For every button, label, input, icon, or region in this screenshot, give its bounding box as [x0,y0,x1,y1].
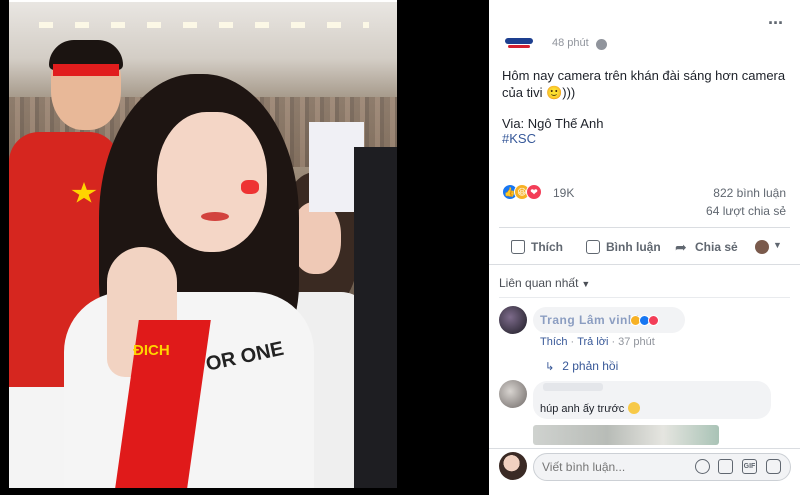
separator: · [611,336,616,348]
scarf-print: ĐICH [133,342,170,359]
boy-headband [53,64,119,76]
reaction-icons[interactable]: 👍 😆 ❤ [502,183,542,201]
photo-backdrop-left [0,0,9,495]
comment-reply-link[interactable]: Trả lời [577,336,608,348]
separator: · [570,336,575,348]
post-text: Hôm nay camera trên khán đài sáng hơn ca… [502,67,792,101]
gif-icon[interactable]: GIF [742,459,757,474]
reply-arrow-icon: ↳ [545,360,555,373]
divider [499,227,790,228]
emoji-icon[interactable] [695,459,710,474]
share-count[interactable]: 64 lượt chia sẻ [706,204,786,218]
page-logo-band [505,38,533,44]
commenter-name[interactable]: Trang Lâm vinhh [540,313,644,327]
share-button[interactable]: Chia sẻ [675,238,738,256]
comment-sort-dropdown[interactable]: Liên quan nhất ▼ [499,276,590,290]
girl-lips [201,212,229,221]
chevron-down-icon[interactable]: ▼ [773,240,782,250]
like-label: Thích [531,240,563,254]
post-credit: Via: Ngô Thế Anh [502,116,604,131]
comment-count[interactable]: 822 bình luận [713,186,786,200]
divider [499,297,790,298]
background-man-right [354,147,397,488]
comment-meta: Thích · Trả lời · 37 phút [540,336,655,348]
comment-time[interactable]: 37 phút [618,336,655,348]
commenter-avatar[interactable] [499,380,527,408]
comment-label: Bình luận [606,240,661,254]
sticker-icon[interactable] [766,459,781,474]
cheek-flag [241,180,259,194]
post-text-line: của tivi 🙂))) [502,85,576,100]
love-reaction-icon [648,315,659,326]
page-avatar[interactable] [499,11,539,51]
divider [489,448,800,449]
share-icon [675,240,689,254]
like-button[interactable]: Thích [511,238,563,256]
view-replies-link[interactable]: ↳ 2 phản hồi [545,359,618,373]
post-photo[interactable]: OR ONE ĐICH [9,2,397,488]
comment-like-link[interactable]: Thích [540,336,568,348]
my-avatar [499,452,527,480]
thumbs-up-icon [511,240,525,254]
caret-down-icon: ▼ [581,279,591,289]
comment-button[interactable]: Bình luận [586,238,661,256]
love-reaction-icon: ❤ [526,184,542,200]
stadium-lights [39,22,369,28]
globe-icon [596,39,607,50]
commenter-avatar[interactable] [499,306,527,334]
comment-reaction-icons[interactable] [630,315,659,326]
share-label: Chia sẻ [695,240,738,254]
viewer-avatar[interactable] [755,240,769,254]
camera-icon[interactable] [718,459,733,474]
comment-text-content: húp anh ấy trước [540,403,625,415]
hashtag-link[interactable]: #KSC [502,131,536,146]
facebook-photo-viewer: OR ONE ĐICH 48 phút ··· Hôm nay camera t… [0,0,800,495]
divider [489,264,800,265]
comment-text: húp anh ấy trước [540,402,641,415]
comment-input[interactable] [542,460,682,474]
post-text-line: Hôm nay camera trên khán đài sáng hơn ca… [502,68,786,83]
replies-label: 2 phản hồi [562,359,619,373]
smile-emoji-icon [628,402,641,414]
photo-backdrop-bottom [0,488,489,495]
more-options-icon[interactable]: ··· [768,14,784,32]
photo-backdrop-right [397,0,489,495]
page-logo-stripe [508,45,530,48]
post-timestamp[interactable]: 48 phút [552,37,589,49]
comment-icon [586,240,600,254]
comment-attachment-image[interactable] [533,425,719,445]
commenter-name-blurred[interactable] [543,383,603,391]
reaction-count[interactable]: 19K [553,186,574,200]
sort-label: Liên quan nhất [499,276,579,290]
